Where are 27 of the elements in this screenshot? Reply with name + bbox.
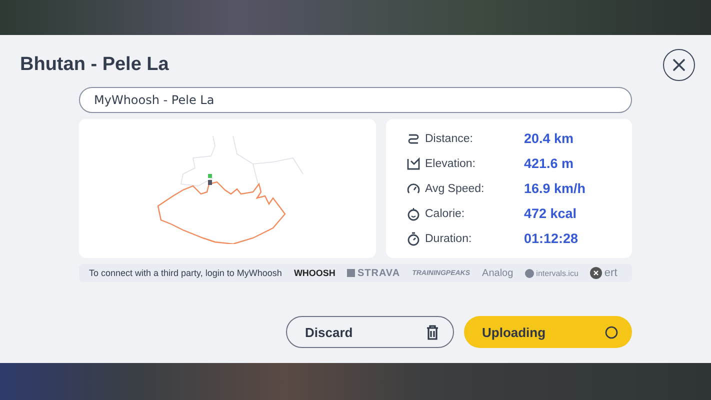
close-button[interactable] — [663, 49, 695, 81]
connect-hint: To connect with a third party, login to MyWhoosh — [89, 268, 282, 278]
speedometer-icon — [406, 181, 421, 196]
stat-value: 01:12:28 — [524, 231, 578, 246]
stat-value: 20.4 km — [524, 131, 574, 146]
stat-value: 472 kcal — [524, 206, 577, 221]
dialog-title: Bhutan - Pele La — [20, 54, 169, 76]
close-icon — [672, 58, 686, 72]
elevation-chart-icon — [406, 156, 421, 171]
trash-icon — [426, 324, 439, 340]
partner-logo[interactable]: intervals.icu — [525, 268, 578, 278]
stat-label: Avg Speed: — [425, 182, 486, 194]
partner-logo[interactable]: ert — [590, 267, 618, 279]
discard-button[interactable]: Discard — [286, 316, 454, 348]
stat-label: Elevation: — [425, 158, 477, 170]
partner-logo[interactable]: STRAVA — [347, 268, 400, 278]
stat-label: Calorie: — [425, 208, 466, 220]
name-field[interactable]: MyWhoosh - Pele La — [79, 87, 632, 113]
stat-value: 16.9 km/h — [524, 181, 586, 196]
partner-logo[interactable]: Analog — [482, 268, 514, 278]
spinner-icon — [605, 326, 618, 338]
stopwatch-icon — [406, 231, 421, 246]
stat-label: Duration: — [425, 232, 473, 244]
uploading-button[interactable]: Uploading — [464, 316, 632, 348]
stat-value: 421.6 m — [524, 156, 574, 171]
stat-label: Distance: — [425, 132, 474, 144]
partner-logo[interactable]: WHOOSH — [294, 268, 336, 278]
